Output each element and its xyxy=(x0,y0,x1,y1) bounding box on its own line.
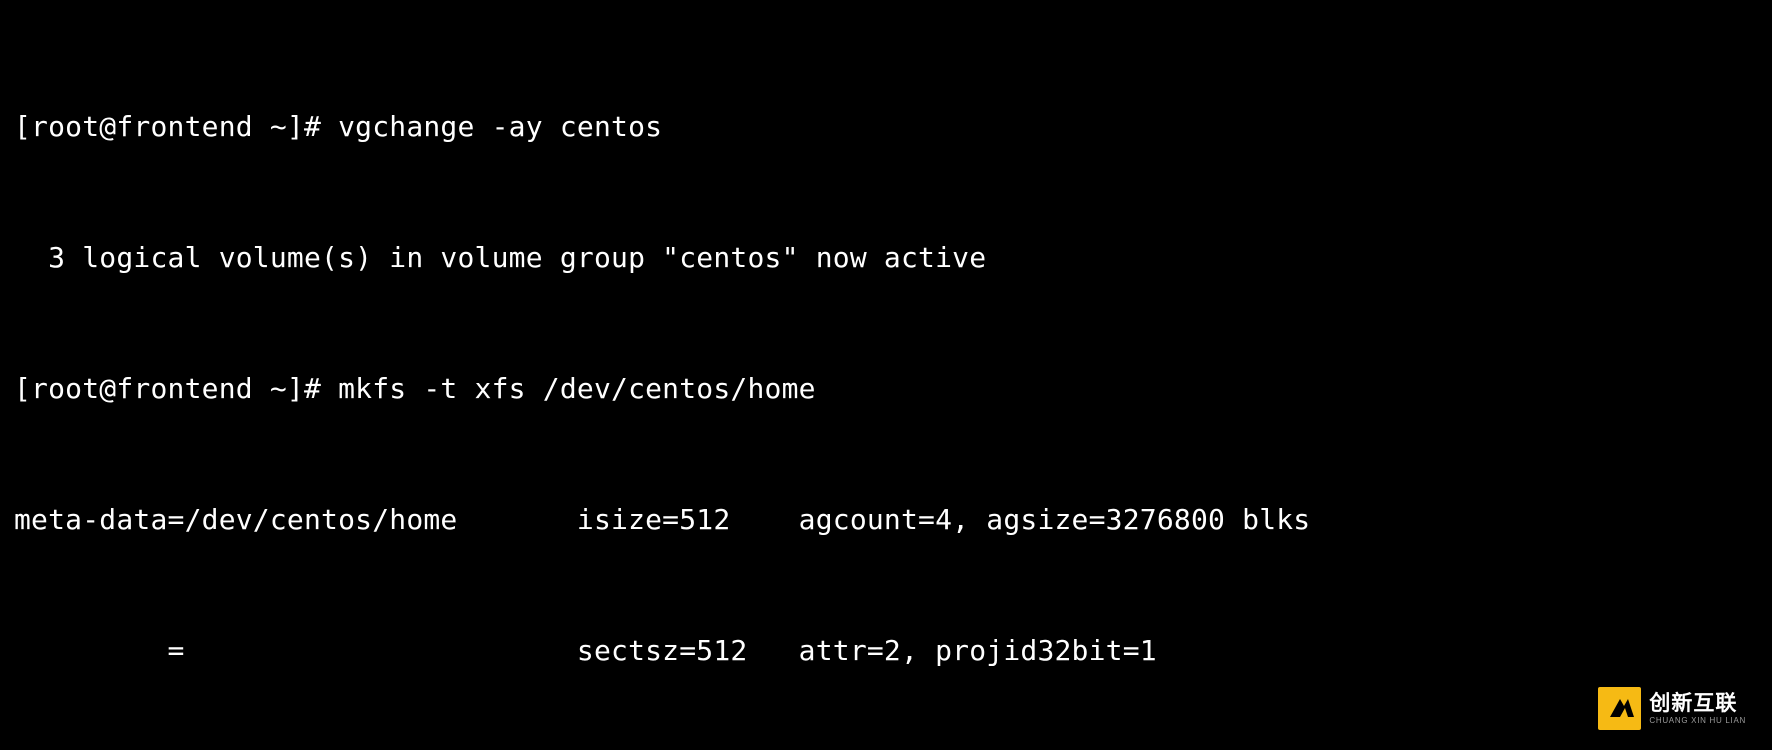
output-line: meta-data=/dev/centos/home isize=512 agc… xyxy=(14,498,1758,542)
output-line: [root@frontend ~]# mkfs -t xfs /dev/cent… xyxy=(14,367,1758,411)
output-line: = sectsz=512 attr=2, projid32bit=1 xyxy=(14,629,1758,673)
watermark-text: 创新互联 CHUANG XIN HU LIAN xyxy=(1649,693,1746,725)
watermark-text-cn: 创新互联 xyxy=(1649,693,1746,714)
watermark: 创新互联 CHUANG XIN HU LIAN xyxy=(1598,687,1746,730)
output-line: 3 logical volume(s) in volume group "cen… xyxy=(14,236,1758,280)
terminal-output[interactable]: [root@frontend ~]# vgchange -ay centos 3… xyxy=(0,0,1772,750)
output-line: [root@frontend ~]# vgchange -ay centos xyxy=(14,105,1758,149)
watermark-logo-icon xyxy=(1598,687,1641,730)
watermark-text-en: CHUANG XIN HU LIAN xyxy=(1649,717,1746,725)
